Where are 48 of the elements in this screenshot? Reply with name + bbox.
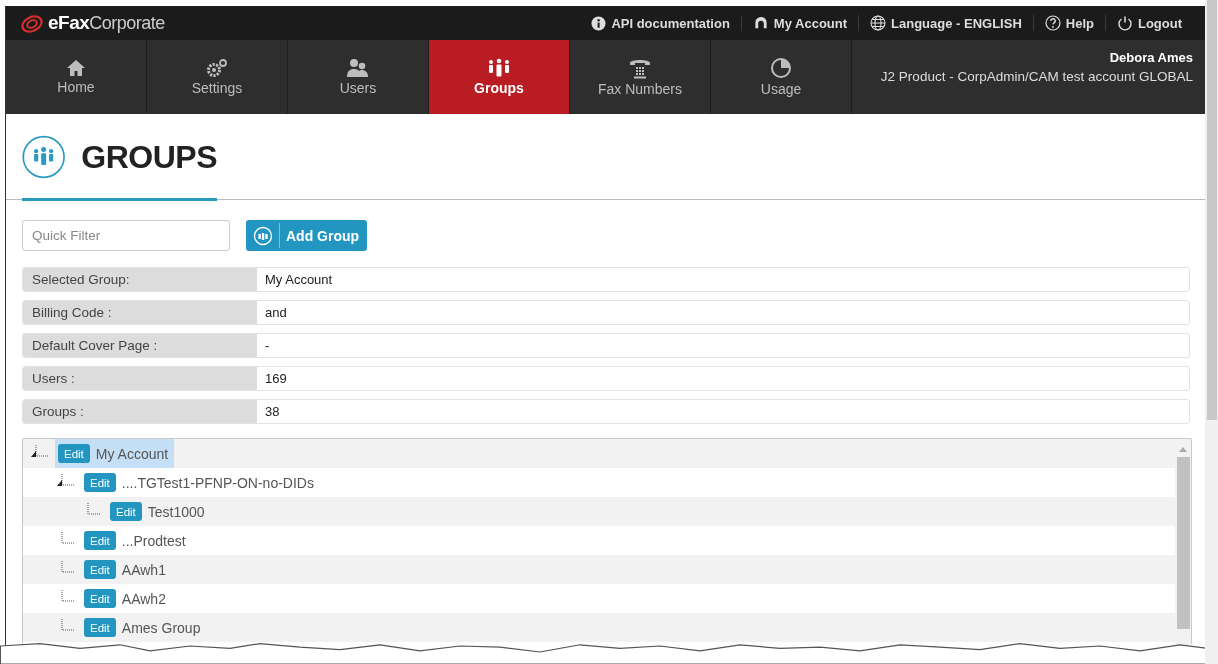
page-title: GROUPS bbox=[81, 138, 217, 176]
pie-chart-icon bbox=[770, 57, 792, 79]
group-icon bbox=[487, 58, 511, 78]
top-link[interactable]: My Account bbox=[740, 15, 859, 31]
page-scrollbar[interactable] bbox=[1205, 0, 1218, 664]
scrollbar[interactable] bbox=[1175, 439, 1191, 645]
detail-label: Default Cover Page : bbox=[23, 334, 257, 357]
user-name: Debora Ames bbox=[1109, 50, 1193, 65]
logo-text: eFax bbox=[48, 12, 90, 34]
top-link[interactable]: API documentation bbox=[580, 15, 741, 31]
detail-value: My Account bbox=[264, 271, 334, 289]
tree-node[interactable]: Edit ...Prodtest bbox=[81, 526, 192, 555]
top-link[interactable]: Help bbox=[1032, 15, 1105, 31]
nav-tab[interactable]: Home bbox=[6, 40, 147, 114]
tree-node[interactable]: Edit AAwh2 bbox=[81, 584, 172, 613]
nav-tab[interactable]: Usage bbox=[711, 40, 852, 114]
account-name: J2 Product - CorpAdmin/CAM test account GLOBAL bbox=[880, 69, 1193, 84]
group-icon bbox=[253, 225, 273, 246]
person-icon bbox=[752, 15, 769, 31]
scroll-up-icon[interactable] bbox=[1178, 445, 1188, 453]
tree-node[interactable]: Edit ....TGTest1-PFNP-ON-no-DIDs bbox=[81, 468, 320, 497]
logo-text-light: Corporate bbox=[89, 12, 165, 34]
gears-icon bbox=[206, 58, 228, 78]
top-link[interactable]: Logout bbox=[1104, 15, 1193, 31]
tree-node[interactable]: Edit Ames Group bbox=[81, 613, 207, 642]
detail-value: 38 bbox=[264, 403, 281, 421]
detail-value: - bbox=[264, 337, 271, 355]
tree-node[interactable]: Edit My Account bbox=[55, 439, 175, 468]
telephone-icon bbox=[628, 57, 652, 79]
nav-tab[interactable]: Settings bbox=[147, 40, 288, 114]
detail-label: Selected Group: bbox=[23, 268, 257, 291]
detail-value: and bbox=[264, 304, 288, 322]
users-icon bbox=[346, 58, 370, 78]
detail-value: 169 bbox=[264, 370, 288, 388]
globe-icon bbox=[870, 15, 887, 31]
home-icon bbox=[66, 59, 86, 77]
tree-node[interactable]: Edit Test1000 bbox=[107, 497, 211, 526]
detail-label: Billing Code : bbox=[23, 301, 257, 324]
nav-tab[interactable]: Fax Numbers bbox=[570, 40, 711, 114]
nav-tab[interactable]: Groups bbox=[429, 40, 570, 114]
help-icon bbox=[1044, 15, 1061, 31]
detail-label: Groups : bbox=[23, 400, 257, 423]
info-icon bbox=[591, 15, 607, 31]
quick-filter-field[interactable]: Quick Filter bbox=[22, 220, 230, 251]
top-link[interactable]: Language - ENGLISH bbox=[858, 15, 1033, 31]
detail-label: Users : bbox=[23, 367, 257, 390]
power-icon bbox=[1116, 15, 1133, 31]
tree-node[interactable]: Edit AAwh1 bbox=[81, 555, 172, 584]
